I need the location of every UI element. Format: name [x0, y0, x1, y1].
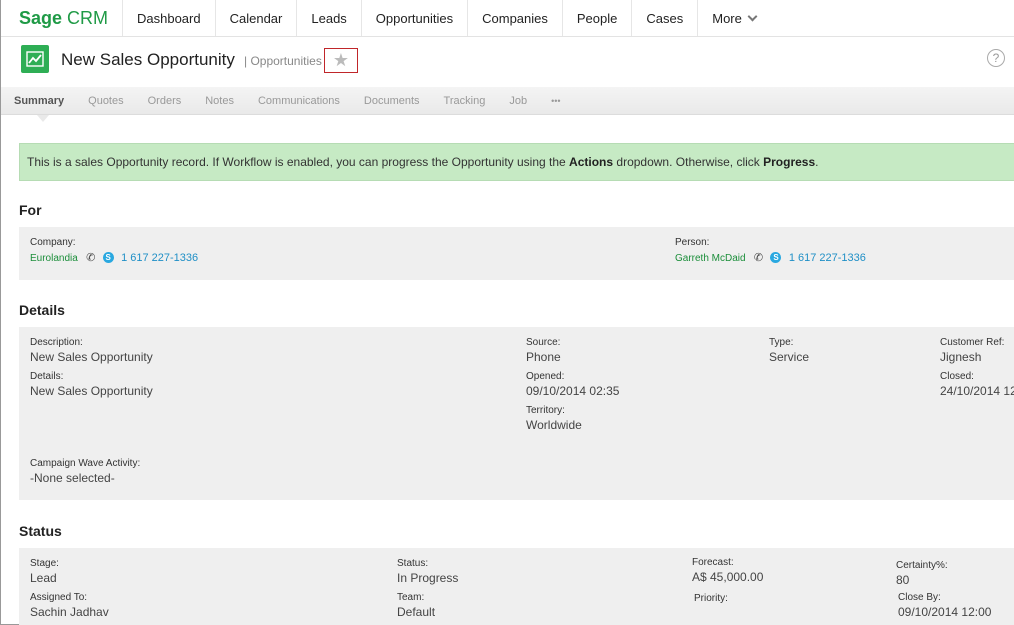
- person-label: Person:: [675, 237, 710, 248]
- banner-prefix: This is a sales Opportunity record. If W…: [27, 155, 570, 169]
- banner-actions: Actions: [569, 155, 614, 169]
- tab-tracking[interactable]: Tracking: [432, 87, 498, 115]
- tab-communications[interactable]: Communications: [246, 87, 352, 115]
- customer-ref-value: Jignesh: [940, 350, 982, 364]
- source-label: Source:: [526, 337, 561, 348]
- nav-more[interactable]: More: [698, 0, 770, 36]
- phone-icon: ✆: [86, 252, 96, 264]
- close-by-value: 09/10/2014 12:00: [898, 605, 992, 619]
- source-value: Phone: [526, 350, 561, 364]
- status-label: Status:: [397, 558, 429, 569]
- forecast-label: Forecast:: [692, 557, 734, 568]
- person-link[interactable]: Garreth McDaid: [675, 253, 746, 264]
- closed-value: 24/10/2014 12: [940, 384, 1014, 398]
- details-panel: Description: New Sales Opportunity Detai…: [19, 327, 1014, 500]
- stage-value: Lead: [30, 571, 57, 585]
- certainty-label: Certainty%:: [896, 560, 948, 571]
- type-label: Type:: [769, 337, 794, 348]
- nav-people[interactable]: People: [563, 0, 633, 36]
- details-value: New Sales Opportunity: [30, 384, 153, 398]
- section-title-details: Details: [19, 302, 65, 318]
- phone-icon: ✆: [753, 252, 764, 264]
- opened-label: Opened:: [526, 371, 565, 382]
- closed-label: Closed:: [940, 371, 974, 382]
- campaign-value: -None selected-: [30, 471, 115, 485]
- company-label: Company:: [30, 237, 76, 248]
- banner-progress: Progress: [763, 155, 816, 169]
- close-by-label: Close By:: [898, 592, 941, 603]
- company-row: Eurolandia ✆ S 1 617 227-1336: [30, 250, 198, 264]
- logo-main-text: Sage: [19, 7, 63, 28]
- section-title-for: For: [19, 202, 42, 218]
- entity-breadcrumb[interactable]: | Opportunities: [244, 54, 322, 68]
- type-value: Service: [769, 350, 810, 364]
- status-value: In Progress: [397, 571, 459, 585]
- tab-summary-label: Summary: [14, 94, 65, 107]
- help-icon[interactable]: ?: [987, 49, 1005, 67]
- for-panel: Company: Eurolandia ✆ S 1 617 227-1336 P…: [19, 227, 1014, 280]
- assigned-to-value: Sachin Jadhav: [30, 605, 109, 619]
- priority-label: Priority:: [694, 593, 728, 604]
- status-panel: Stage: Lead Assigned To: Sachin Jadhav S…: [19, 548, 1014, 625]
- active-tab-caret: [37, 114, 49, 122]
- skype-icon[interactable]: S: [770, 252, 782, 263]
- forecast-value: A$ 45,000.00: [692, 570, 764, 584]
- nav-companies[interactable]: Companies: [468, 0, 563, 36]
- chevron-down-icon: [747, 11, 758, 21]
- tab-documents[interactable]: Documents: [352, 87, 432, 115]
- nav-cases[interactable]: Cases: [632, 0, 699, 36]
- page-title: New Sales Opportunity: [61, 50, 235, 69]
- tab-job[interactable]: Job: [497, 87, 539, 115]
- tab-notes[interactable]: Notes: [193, 87, 246, 115]
- stage-label: Stage:: [30, 558, 59, 569]
- customer-ref-label: Customer Ref:: [940, 337, 1005, 348]
- banner-middle: dropdown. Otherwise, click: [613, 155, 764, 169]
- team-value: Default: [397, 605, 436, 619]
- nav-calendar[interactable]: Calendar: [216, 0, 298, 36]
- nav-opportunities[interactable]: Opportunities: [362, 0, 469, 36]
- banner-suffix: .: [815, 155, 819, 169]
- favorite-star-button[interactable]: ★: [324, 48, 358, 73]
- opportunity-trend-icon: [21, 45, 49, 73]
- sage-crm-logo[interactable]: Sage CRM: [1, 0, 123, 36]
- nav-leads[interactable]: Leads: [297, 0, 362, 36]
- company-link[interactable]: Eurolandia: [30, 253, 78, 264]
- skype-icon[interactable]: S: [102, 252, 114, 263]
- star-icon: ★: [332, 50, 350, 70]
- section-title-status: Status: [19, 523, 62, 539]
- person-phone-link[interactable]: 1 617 227-1336: [789, 252, 866, 264]
- campaign-label: Campaign Wave Activity:: [30, 458, 141, 469]
- tab-summary[interactable]: Summary: [1, 87, 76, 122]
- team-label: Team:: [397, 592, 425, 603]
- nav-dashboard[interactable]: Dashboard: [123, 0, 216, 36]
- description-value: New Sales Opportunity: [30, 350, 153, 364]
- record-header: New Sales Opportunity | Opportunities ★ …: [1, 37, 1014, 87]
- description-label: Description:: [30, 337, 83, 348]
- company-phone-link[interactable]: 1 617 227-1336: [121, 252, 198, 264]
- opened-value: 09/10/2014 02:35: [526, 384, 620, 398]
- assigned-to-label: Assigned To:: [30, 592, 88, 603]
- record-tabs: Summary Quotes Orders Notes Communicatio…: [1, 87, 1014, 122]
- top-nav: Sage CRM Dashboard Calendar Leads Opport…: [1, 0, 1014, 37]
- nav-more-label: More: [712, 10, 742, 26]
- details-label: Details:: [30, 371, 64, 382]
- tab-quotes[interactable]: Quotes: [76, 87, 135, 115]
- territory-label: Territory:: [526, 405, 565, 416]
- person-row: Garreth McDaid ✆ S 1 617 227-1336: [675, 250, 866, 264]
- info-banner: This is a sales Opportunity record. If W…: [19, 143, 1014, 181]
- tab-more-ellipsis[interactable]: •••: [539, 87, 572, 115]
- territory-value: Worldwide: [526, 418, 582, 432]
- tab-orders[interactable]: Orders: [136, 87, 194, 115]
- certainty-value: 80: [896, 573, 910, 587]
- logo-sub-text: CRM: [67, 7, 109, 28]
